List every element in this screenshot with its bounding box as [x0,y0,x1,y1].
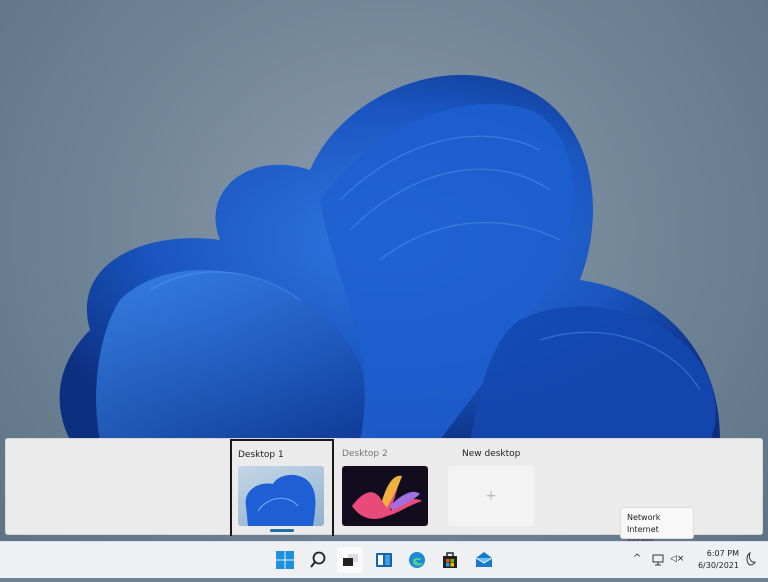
desktop-1-card[interactable]: Desktop 1 [230,439,334,536]
edge-icon [409,552,425,568]
start-button[interactable] [272,547,298,573]
desktop-thumbnail[interactable] [342,466,428,526]
desktop-label: Desktop 2 [342,449,388,459]
volume-muted-icon[interactable]: ◁× [670,554,684,564]
tooltip-title: Network [627,513,661,522]
store-icon [443,552,457,568]
mail-icon [475,552,493,567]
widgets-button[interactable] [371,547,397,573]
active-desktop-indicator [270,529,294,532]
widgets-icon [376,553,392,567]
taskbar: ^ ◁× 6:07 PM 6/30/2021 [0,541,768,578]
clock-time: 6:07 PM [706,549,739,558]
network-icon[interactable] [652,552,666,568]
search-icon [310,551,326,568]
task-view-button[interactable] [337,547,363,573]
search-button[interactable] [305,547,331,573]
focus-assist-moon-icon[interactable] [744,551,756,568]
store-button[interactable] [437,547,463,573]
desktop-2-card[interactable]: Desktop 2 [334,439,438,536]
network-tooltip: Network Internet access [620,507,694,546]
new-desktop-button[interactable]: New desktop + [446,439,550,536]
desktop-thumbnail[interactable] [238,466,324,526]
new-desktop-label: New desktop [462,449,521,459]
show-hidden-icons-chevron[interactable]: ^ [633,553,641,564]
edge-button[interactable] [404,547,430,573]
desktop-label: Desktop 1 [238,450,284,460]
plus-icon: + [448,466,534,526]
clock[interactable]: 6:07 PM 6/30/2021 [697,548,739,572]
clock-date: 6/30/2021 [697,561,739,570]
task-view-icon [343,554,358,566]
mail-button[interactable] [471,547,497,573]
windows-logo-icon [276,551,294,569]
